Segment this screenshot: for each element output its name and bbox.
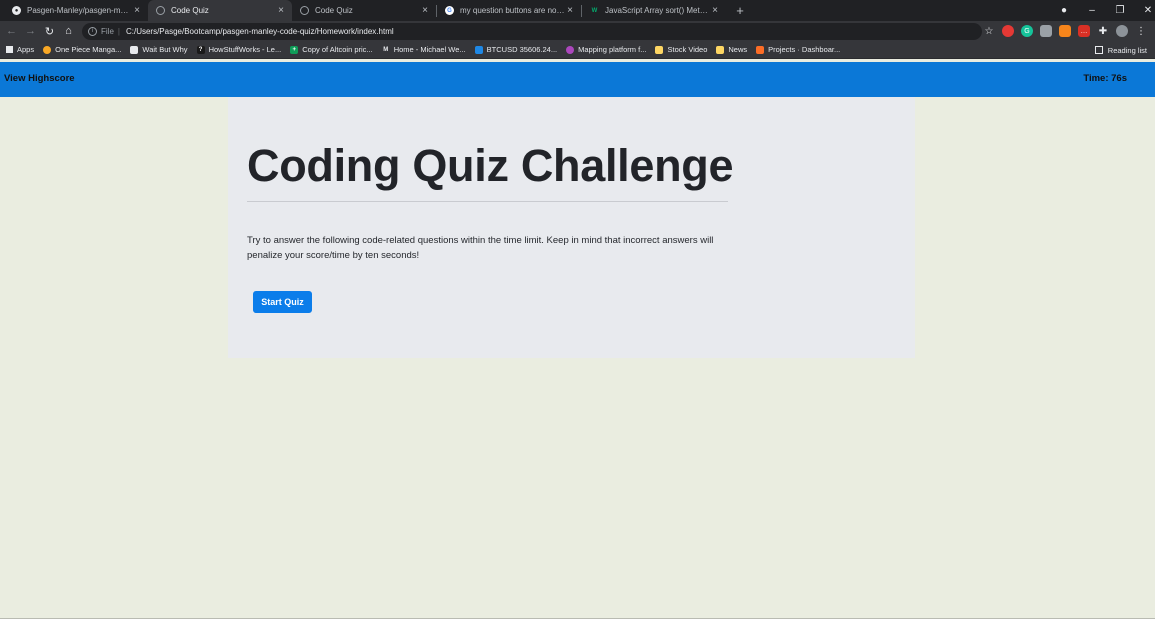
bookmark-altcoin-sheet[interactable]: + Copy of Altcoin pric... [290,45,373,54]
extension-icon[interactable] [1040,25,1052,37]
new-tab-icon[interactable]: + [730,0,750,21]
bookmark-michael[interactable]: M Home - Michael We... [382,45,466,54]
bookmarks-bar: Apps One Piece Manga... Wait But Why ? Ho… [0,41,1155,59]
page-title: Coding Quiz Challenge [247,140,734,191]
tab-w3schools[interactable]: W JavaScript Array sort() Method × [582,0,726,21]
page-header: View Highscore Time: 76s [0,62,1155,97]
mapping-icon [566,45,575,54]
bookmark-label: Apps [17,45,35,54]
tab-title: Code Quiz [315,6,353,15]
tab-title: JavaScript Array sort() Method [605,6,710,15]
medium-icon: M [383,46,389,53]
tab-code-quiz[interactable]: Code Quiz × [292,0,436,21]
github-icon: ● [12,6,21,15]
address-scheme: File [101,26,114,36]
minimize-icon[interactable]: – [1078,5,1106,16]
browser-toolbar: ← → ↻ ⌂ i File | C:/Users/Pasge/Bootcamp… [0,21,1155,41]
tab-github[interactable]: ● Pasgen-Manley/pasgen-manley- × [4,0,148,21]
address-divider: | [117,26,120,36]
address-bar[interactable]: i File | C:/Users/Pasge/Bootcamp/pasgen-… [82,22,982,40]
quiz-description: Try to answer the following code-related… [247,235,714,261]
reload-icon[interactable]: ↻ [40,25,59,38]
howstuffworks-icon: ? [196,45,205,54]
close-tab-icon[interactable]: × [276,5,286,16]
bookmark-label: Projects · Dashboar... [768,45,841,54]
timer: Time: 76s [1083,73,1127,84]
apps-grid-icon [6,46,13,53]
back-arrow-icon[interactable]: ← [2,25,21,37]
waitbutwhy-icon [130,45,139,54]
bookmark-label: Wait But Why [142,45,188,54]
close-tab-icon[interactable]: × [565,5,575,16]
bookmark-apps[interactable]: Apps [6,45,34,54]
extensions-area: ☆ G … ✚ ⋮ [980,21,1155,41]
web-page: View Highscore Time: 76s Coding Quiz Cha… [0,62,1155,619]
globe-icon [300,6,309,15]
tab-search-icon[interactable]: ● [1050,5,1078,16]
folder-icon [655,45,664,54]
bookmark-label: One Piece Manga... [55,45,122,54]
tradingview-icon [474,45,483,54]
tab-strip: ● Pasgen-Manley/pasgen-manley- × Code Qu… [0,0,1155,21]
window-controls: ● – ❐ ✕ [1050,0,1155,21]
adblock-icon[interactable] [1002,25,1014,37]
grammarly-icon[interactable]: G [1021,25,1033,37]
close-tab-icon[interactable]: × [420,5,430,16]
home-icon[interactable]: ⌂ [59,25,78,37]
reading-list-button[interactable]: Reading list [1094,41,1147,59]
bookmark-wait-but-why[interactable]: Wait But Why [130,45,188,54]
bookmark-btcusd[interactable]: BTCUSD 35606.24... [474,45,558,54]
reading-list-label: Reading list [1107,45,1147,55]
forward-arrow-icon[interactable]: → [21,25,40,37]
close-window-icon[interactable]: ✕ [1134,5,1155,16]
tab-title: my question buttons are not sta [460,6,565,15]
lastpass-icon[interactable]: … [1078,25,1090,37]
close-tab-icon[interactable]: × [132,5,142,16]
bookmark-label: Home - Michael We... [393,45,466,54]
sheets-icon: + [290,45,299,54]
bookmark-news[interactable]: News [716,45,747,54]
google-icon: G [445,6,454,15]
quiz-intro-card: Coding Quiz Challenge Try to answer the … [228,97,915,358]
puzzle-extensions-icon[interactable]: ✚ [1097,25,1109,37]
bookmark-howstuffworks[interactable]: ? HowStuffWorks - Le... [196,45,282,54]
restore-icon[interactable]: ❐ [1106,5,1134,16]
tab-code-quiz-active[interactable]: Code Quiz × [148,0,292,21]
bookmark-label: BTCUSD 35606.24... [486,45,558,54]
view-highscore-link[interactable]: View Highscore [4,73,75,84]
reading-list-icon [1094,46,1103,54]
title-divider [247,201,728,202]
bookmark-star-icon[interactable]: ☆ [983,25,995,37]
site-info-icon[interactable]: i [88,26,97,36]
bookmark-projects[interactable]: Projects · Dashboar... [756,45,840,54]
folder-icon [716,45,725,54]
more-menu-icon[interactable]: ⋮ [1135,25,1147,37]
bookmark-one-piece[interactable]: One Piece Manga... [43,45,121,54]
globe-icon [156,6,165,15]
start-quiz-button[interactable]: Start Quiz [253,291,312,313]
close-tab-icon[interactable]: × [710,5,720,16]
bookmark-label: Copy of Altcoin pric... [302,45,373,54]
bookmark-label: HowStuffWorks - Le... [208,45,282,54]
profile-avatar-icon[interactable] [1116,25,1128,37]
tab-google-search[interactable]: G my question buttons are not sta × [437,0,581,21]
one-piece-icon [43,45,52,54]
bookmark-label: News [728,45,748,54]
bookmark-stock-video[interactable]: Stock Video [655,45,707,54]
gitlab-icon [756,45,765,54]
address-url[interactable]: C:/Users/Pasge/Bootcamp/pasgen-manley-co… [126,27,394,36]
bookmark-mapping[interactable]: Mapping platform f... [566,45,646,54]
metamask-icon[interactable] [1059,25,1071,37]
tab-title: Pasgen-Manley/pasgen-manley- [27,6,132,15]
w3schools-icon: W [591,7,598,14]
bookmark-label: Mapping platform f... [578,45,647,54]
bookmark-label: Stock Video [667,45,708,54]
tab-title: Code Quiz [171,6,209,15]
